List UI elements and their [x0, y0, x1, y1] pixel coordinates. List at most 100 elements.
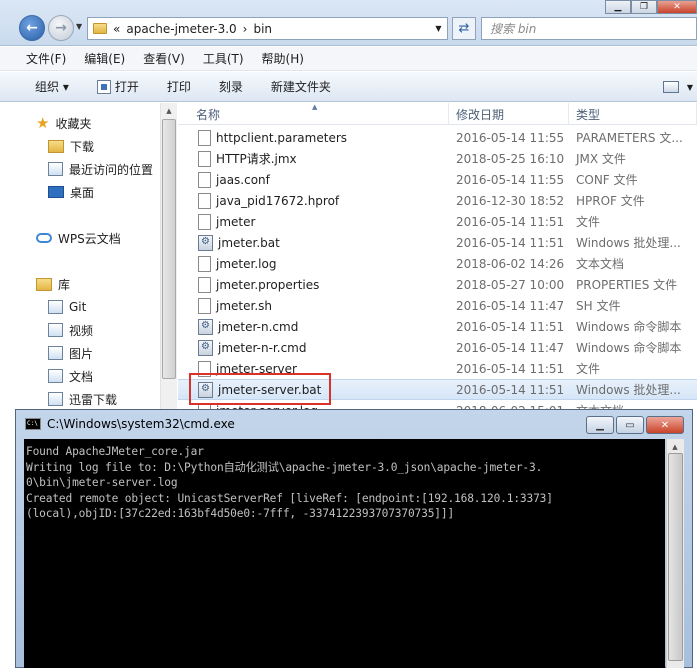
column-header-type[interactable]: 类型: [569, 103, 697, 125]
minimize-button[interactable]: ▁: [605, 0, 631, 14]
menu-bar: 文件(F) 编辑(E) 查看(V) 工具(T) 帮助(H): [0, 47, 697, 71]
arrow-left-icon: ←: [26, 20, 38, 36]
path-separator[interactable]: ›: [243, 22, 248, 36]
column-header-date[interactable]: 修改日期: [449, 103, 569, 125]
file-icon: [198, 192, 211, 209]
open-button[interactable]: 打开: [96, 78, 139, 95]
menu-edit[interactable]: 编辑(E): [84, 50, 125, 67]
path-segment-bin[interactable]: bin: [253, 22, 272, 36]
nav-pictures[interactable]: 图片: [48, 343, 93, 363]
organize-button[interactable]: 组织 ▾: [35, 78, 69, 95]
back-button[interactable]: ←: [19, 15, 45, 41]
file-name-cell[interactable]: jmeter.bat: [178, 234, 449, 251]
address-dropdown-button[interactable]: ▼: [430, 17, 448, 40]
file-icon: [198, 150, 211, 167]
scroll-up-icon[interactable]: ▲: [161, 104, 177, 118]
nav-desktop[interactable]: 桌面: [48, 182, 94, 202]
navigation-scroll-thumb[interactable]: [162, 119, 176, 379]
nav-xunlei-label: 迅雷下载: [69, 392, 118, 407]
menu-file[interactable]: 文件(F): [26, 50, 66, 67]
downloads-folder-icon: [48, 139, 64, 153]
file-name: HTTP请求.jmx: [216, 152, 297, 166]
console-line: (local),objID:[37c22ed:163bf4d50e0:-7fff…: [26, 507, 455, 521]
library-icon: [36, 277, 52, 291]
menu-help[interactable]: 帮助(H): [262, 50, 304, 67]
file-name-cell[interactable]: HTTP请求.jmx: [178, 150, 449, 167]
column-type-label: 类型: [576, 107, 601, 122]
xunlei-download-icon: [48, 392, 63, 406]
burn-button[interactable]: 刻录: [219, 78, 243, 95]
video-icon: [48, 323, 63, 337]
column-header-name[interactable]: 名称 ▲: [178, 103, 449, 125]
address-input[interactable]: « apache-jmeter-3.0 › bin: [87, 17, 447, 40]
nav-documents[interactable]: 文档: [48, 366, 93, 386]
file-name-cell[interactable]: jmeter-n.cmd: [178, 318, 449, 335]
maximize-button[interactable]: ❐: [631, 0, 657, 14]
file-name-cell[interactable]: java_pid17672.hprof: [178, 192, 449, 209]
file-row[interactable]: jmeter.properties 2018-05-27 10:00 PROPERT…: [178, 274, 697, 295]
file-name-cell[interactable]: jmeter.log: [178, 255, 449, 272]
cmd-scrollbar[interactable]: ▲: [666, 439, 684, 668]
nav-video-label: 视频: [69, 323, 94, 338]
file-name-cell[interactable]: jaas.conf: [178, 171, 449, 188]
file-row[interactable]: jmeter.bat 2016-05-14 11:51 Windows 批处理...: [178, 232, 697, 253]
refresh-button[interactable]: ⇄: [452, 17, 476, 40]
column-date-label: 修改日期: [456, 107, 505, 122]
forward-button[interactable]: →: [48, 15, 74, 41]
nav-library[interactable]: 库: [36, 274, 70, 294]
navigation-scrollbar[interactable]: ▲: [160, 103, 177, 413]
file-name-cell[interactable]: jmeter: [178, 213, 449, 230]
nav-git[interactable]: Git: [48, 297, 86, 317]
file-type: 文件: [576, 215, 601, 229]
file-row[interactable]: java_pid17672.hprof 2016-12-30 18:52 HPROF…: [178, 190, 697, 211]
file-name-cell[interactable]: httpclient.parameters: [178, 129, 449, 146]
file-row[interactable]: jmeter-n.cmd 2016-05-14 11:51 Windows 命令脚本: [178, 316, 697, 337]
file-row[interactable]: jmeter.sh 2016-05-14 11:47 SH 文件: [178, 295, 697, 316]
close-button[interactable]: ✕: [657, 0, 697, 14]
file-name: jmeter: [216, 214, 256, 229]
view-dropdown-icon[interactable]: ▼: [687, 83, 693, 92]
history-dropdown-icon[interactable]: ▼: [76, 22, 82, 31]
file-icon: [198, 129, 211, 146]
menu-view[interactable]: 查看(V): [143, 50, 185, 67]
cmd-minimize-button[interactable]: ▁: [586, 416, 614, 434]
file-name-cell[interactable]: jmeter-n-r.cmd: [178, 339, 449, 356]
file-row[interactable]: jmeter.log 2018-06-02 14:26 文本文档: [178, 253, 697, 274]
file-name-cell[interactable]: jmeter.properties: [178, 276, 449, 293]
nav-downloads[interactable]: 下载: [48, 136, 94, 156]
column-headers: 名称 ▲ 修改日期 类型: [178, 103, 697, 125]
cmd-maximize-button[interactable]: ▭: [616, 416, 644, 434]
file-row[interactable]: jaas.conf 2016-05-14 11:55 CONF 文件: [178, 169, 697, 190]
nav-xunlei[interactable]: 迅雷下载: [48, 389, 117, 409]
path-segment-root[interactable]: apache-jmeter-3.0: [126, 22, 236, 36]
file-type: JMX 文件: [576, 152, 626, 166]
file-row[interactable]: httpclient.parameters 2016-05-14 11:55 PAR…: [178, 127, 697, 148]
cmd-scroll-thumb[interactable]: [668, 453, 683, 661]
file-icon: [198, 213, 211, 230]
nav-favorites[interactable]: ★ 收藏夹: [36, 113, 91, 133]
print-button[interactable]: 打印: [167, 78, 191, 95]
organize-label: 组织 ▾: [35, 80, 69, 94]
file-date: 2016-05-14 11:51: [456, 382, 565, 397]
nav-recent[interactable]: 最近访问的位置: [48, 159, 153, 179]
console-line: Writing log file to: D:\Python自动化测试\apac…: [26, 460, 543, 474]
file-row[interactable]: HTTP请求.jmx 2018-05-25 16:10 JMX 文件: [178, 148, 697, 169]
file-row[interactable]: jmeter 2016-05-14 11:51 文件: [178, 211, 697, 232]
change-view-icon[interactable]: [662, 81, 679, 93]
file-name-cell[interactable]: jmeter.sh: [178, 297, 449, 314]
menu-tools[interactable]: 工具(T): [203, 50, 244, 67]
folder-icon: [93, 23, 107, 34]
cmd-console[interactable]: Found ApacheJMeter_core.jar Writing log …: [24, 439, 665, 668]
new-folder-button[interactable]: 新建文件夹: [271, 78, 331, 95]
file-icon: [198, 171, 211, 188]
file-row[interactable]: jmeter-n-r.cmd 2016-05-14 11:47 Windows 命令…: [178, 337, 697, 358]
open-label: 打开: [114, 80, 139, 94]
cmd-title: C:\Windows\system32\cmd.exe: [47, 416, 235, 431]
nav-wps[interactable]: WPS云文档: [36, 228, 121, 248]
cmd-scroll-up-icon[interactable]: ▲: [667, 440, 683, 454]
cmd-close-button[interactable]: ✕: [646, 416, 684, 434]
nav-video[interactable]: 视频: [48, 320, 93, 340]
path-prefix[interactable]: «: [113, 22, 120, 36]
nav-wps-label: WPS云文档: [58, 231, 121, 246]
search-input[interactable]: 搜索 bin: [481, 17, 697, 40]
